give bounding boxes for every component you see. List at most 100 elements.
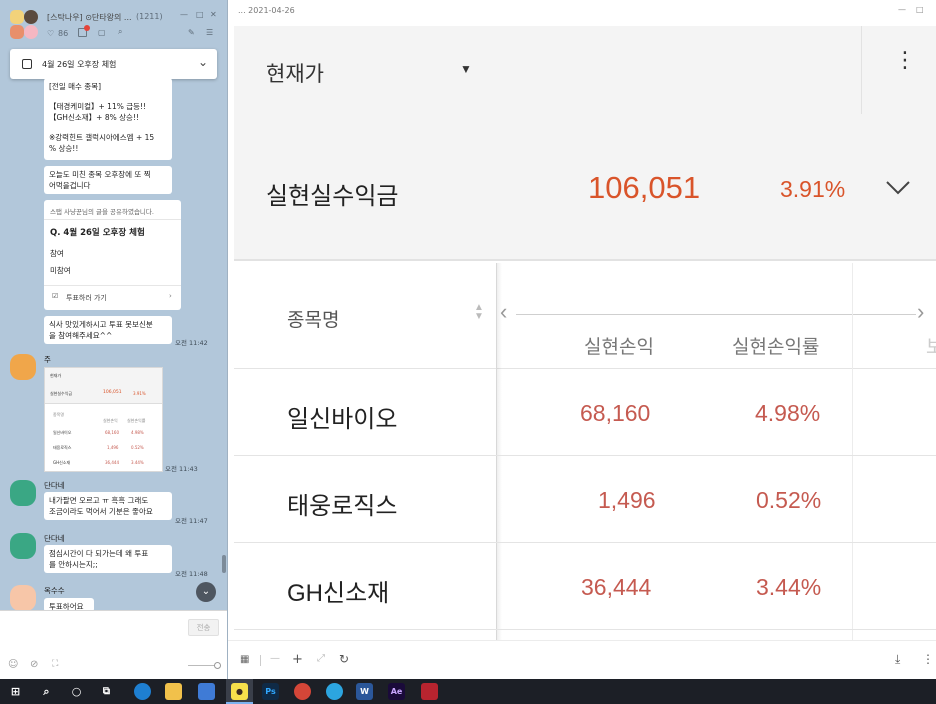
scroll-right-icon[interactable]: › [917, 299, 924, 325]
file-explorer-icon[interactable] [165, 683, 182, 700]
column-header-rate[interactable]: 실현손익률 [732, 332, 819, 359]
thumb-row-name: GH신소재 [53, 460, 71, 465]
message-bubble[interactable]: 식사 맛있게하시고 투표 못보신분 을 참여해주세요^^ [44, 316, 172, 344]
grid-icon[interactable]: ▦ [240, 654, 249, 665]
column-header-pnl[interactable]: 실현손익 [584, 332, 654, 359]
chat-room-title[interactable]: [스탁나우] ⊙단타왕의 ... [47, 12, 132, 23]
message-bubble[interactable]: 내가팔면 오르고 ㅠ 흑흑 그래도 조금이라도 먹어서 기분은 좋아요 [44, 492, 172, 520]
message-line: ※강력힌트 갤럭시아에스엠 + 15 [49, 133, 155, 142]
search-icon[interactable]: ⌕ [38, 683, 55, 700]
thumb-row-rate: 3.44% [131, 460, 144, 465]
message-bubble[interactable]: [전일 매수 종목] 【태경케미컬】+ 11% 급등!! 【GH신소재】+ 8%… [44, 78, 172, 160]
font-size-slider[interactable] [188, 665, 216, 666]
shared-image[interactable]: 현재가 실현실수익금 106,051 3.91% 종목명 실현손익 실현손익률 … [44, 367, 163, 472]
slider-handle[interactable] [214, 662, 221, 669]
photoshop-icon[interactable]: Ps [262, 683, 279, 700]
more-options-icon[interactable]: ⋮ [894, 49, 916, 71]
realized-rate: 3.44% [756, 574, 822, 600]
emoji-icon[interactable]: ☺ [8, 659, 18, 670]
realized-rate: 4.98% [755, 400, 821, 426]
message-time: 오전 11:47 [175, 517, 208, 525]
holdings-table: 종목명 ▲ ▼ ‹ › 실현손익 실현손익률 보 일신바이오 68,160 4.9… [234, 263, 936, 640]
chrome-icon[interactable] [294, 683, 311, 700]
chevron-right-icon: › [169, 292, 172, 300]
maximize-icon[interactable]: □ [916, 5, 924, 14]
thumb-header [45, 368, 162, 382]
cortana-icon[interactable]: ○ [68, 683, 85, 700]
album-icon[interactable]: ▢ [98, 28, 106, 37]
task-view-icon[interactable]: ⧉ [98, 683, 115, 700]
capture-icon[interactable]: ⛶ [52, 659, 58, 669]
thumb-col-name: 종목명 [53, 412, 65, 417]
message-line: 을 참여해주세요^^ [49, 331, 113, 340]
divider [44, 285, 181, 286]
minimize-icon[interactable]: — [180, 10, 188, 19]
notice-banner[interactable]: 4월 26일 오후장 체험 ⌄ [10, 49, 217, 79]
room-avatar-3 [10, 25, 24, 39]
thumb-row-pnl: 68,160 [105, 430, 119, 435]
table-row[interactable]: GH신소재 36,444 3.44% [234, 543, 936, 630]
dropdown-arrow-icon[interactable]: ▼ [460, 62, 472, 76]
table-row[interactable]: 태웅로직스 1,496 0.52% [234, 456, 936, 543]
send-button[interactable]: 전송 [188, 619, 219, 636]
chat-scrollbar[interactable] [222, 555, 226, 573]
profile-avatar[interactable] [10, 354, 36, 380]
message-bubble[interactable]: 점심시간이 다 되가는데 왜 투표 를 안하시는지;; [44, 545, 172, 573]
rotate-icon[interactable]: ↻ [339, 652, 349, 666]
fullscreen-icon[interactable]: ⤢ [317, 653, 325, 664]
message-line: 【태경케미컬】+ 11% 급등!! [49, 102, 147, 111]
after-effects-icon[interactable]: Ae [388, 683, 405, 700]
message-line: 어먹을겁니다 [49, 181, 91, 190]
download-icon[interactable]: ⤓ [895, 652, 900, 667]
divider [44, 219, 181, 220]
summary-row[interactable]: 실현실수익금 106,051 3.91% [234, 114, 936, 261]
edge-icon[interactable] [134, 683, 151, 700]
word-icon[interactable]: W [356, 683, 373, 700]
sender-name: 단다네 [44, 481, 65, 490]
close-icon[interactable]: ✕ [210, 10, 217, 19]
message-line: 점심시간이 다 되가는데 왜 투표 [49, 549, 149, 558]
column-header-partial: 보 [926, 337, 936, 358]
zoom-out-icon[interactable]: — [270, 653, 280, 664]
settings-icon[interactable]: ✎ [188, 28, 195, 37]
chevron-down-icon[interactable] [885, 180, 911, 196]
more-icon[interactable]: ⋮ [922, 652, 934, 666]
zoom-in-icon[interactable]: + [292, 652, 303, 667]
message-line: 식사 맛있게하시고 투표 못보신분 [49, 320, 153, 329]
room-avatar [10, 10, 24, 24]
poll-option-2[interactable]: 미참여 [50, 265, 71, 276]
minimize-icon[interactable]: — [898, 5, 906, 14]
store-icon[interactable] [198, 683, 215, 700]
table-row[interactable]: 일신바이오 68,160 4.98% [234, 369, 936, 456]
app-icon[interactable] [421, 683, 438, 700]
realized-pnl: 1,496 [598, 487, 656, 513]
poll-card[interactable]: 스탭 사냥꾼님의 글을 공유하였습니다. Q. 4월 26일 오후장 체험 참여… [44, 200, 181, 310]
telegram-icon[interactable] [326, 683, 343, 700]
column-header-name[interactable]: 종목명 [287, 305, 339, 332]
profile-avatar[interactable] [10, 480, 36, 506]
menu-icon[interactable]: ☰ [206, 28, 213, 37]
message-line: 【GH신소재】+ 8% 상승!! [49, 113, 139, 122]
poll-vote-link[interactable]: 투표하러 가기 [66, 293, 107, 303]
chevron-down-icon[interactable]: ⌄ [198, 55, 208, 69]
section-title[interactable]: 현재가 [266, 58, 324, 88]
message-time: 오전 11:42 [175, 339, 208, 347]
search-icon[interactable]: ⌕ [118, 27, 122, 37]
heart-icon[interactable]: ♡ [47, 29, 54, 38]
profile-avatar[interactable] [10, 585, 36, 611]
scroll-down-button[interactable]: ⌄ [196, 582, 216, 602]
attach-icon[interactable]: ⊘ [30, 659, 38, 670]
windows-taskbar: ⊞ ⌕ ○ ⧉ ● Ps W Ae [0, 679, 936, 704]
poll-option-1[interactable]: 참여 [50, 248, 64, 259]
thumb-row-rate: 4.98% [131, 430, 144, 435]
maximize-icon[interactable]: □ [196, 10, 204, 19]
profile-avatar[interactable] [10, 533, 36, 559]
member-count: (1211) [136, 12, 163, 21]
sort-icon[interactable]: ▲ ▼ [474, 303, 484, 322]
kakaotalk-icon[interactable]: ● [231, 683, 248, 700]
chat-input-area[interactable]: 전송 ☺ ⊘ ⛶ [0, 610, 227, 679]
section-header: 현재가 ▼ ⋮ [234, 26, 936, 114]
message-bubble[interactable]: 오늘도 미친 종목 오후장에 또 찍 어먹을겁니다 [44, 166, 172, 194]
start-icon[interactable]: ⊞ [7, 683, 24, 700]
chat-window: [스탁나우] ⊙단타왕의 ... (1211) — □ ✕ ♡ 86 ▢ ⌕ ✎… [0, 0, 228, 679]
